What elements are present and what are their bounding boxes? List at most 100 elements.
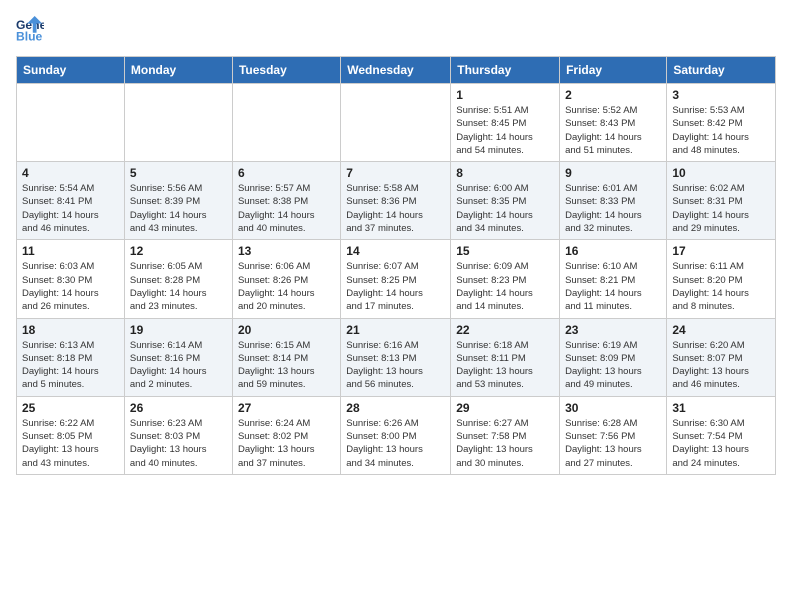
day-number: 28 [346,401,445,415]
day-info: Sunrise: 6:18 AM Sunset: 8:11 PM Dayligh… [456,339,554,392]
calendar-cell: 28 Sunrise: 6:26 AM Sunset: 8:00 PM Dayli… [341,396,451,474]
day-number: 12 [130,244,227,258]
day-number: 19 [130,323,227,337]
day-number: 14 [346,244,445,258]
day-number: 25 [22,401,119,415]
day-info: Sunrise: 6:09 AM Sunset: 8:23 PM Dayligh… [456,260,554,313]
day-info: Sunrise: 6:07 AM Sunset: 8:25 PM Dayligh… [346,260,445,313]
weekday-header: Sunday [17,57,125,84]
day-number: 29 [456,401,554,415]
logo: General Blue [16,16,50,44]
calendar-cell: 26 Sunrise: 6:23 AM Sunset: 8:03 PM Dayli… [124,396,232,474]
calendar-cell: 9 Sunrise: 6:01 AM Sunset: 8:33 PM Daylig… [560,162,667,240]
day-info: Sunrise: 6:13 AM Sunset: 8:18 PM Dayligh… [22,339,119,392]
weekday-header: Thursday [451,57,560,84]
day-info: Sunrise: 6:20 AM Sunset: 8:07 PM Dayligh… [672,339,770,392]
calendar-cell: 8 Sunrise: 6:00 AM Sunset: 8:35 PM Daylig… [451,162,560,240]
calendar-cell: 25 Sunrise: 6:22 AM Sunset: 8:05 PM Dayli… [17,396,125,474]
calendar-cell: 23 Sunrise: 6:19 AM Sunset: 8:09 PM Dayli… [560,318,667,396]
calendar-cell [17,84,125,162]
day-info: Sunrise: 6:00 AM Sunset: 8:35 PM Dayligh… [456,182,554,235]
day-info: Sunrise: 6:15 AM Sunset: 8:14 PM Dayligh… [238,339,335,392]
day-info: Sunrise: 6:02 AM Sunset: 8:31 PM Dayligh… [672,182,770,235]
day-info: Sunrise: 6:19 AM Sunset: 8:09 PM Dayligh… [565,339,661,392]
day-info: Sunrise: 6:27 AM Sunset: 7:58 PM Dayligh… [456,417,554,470]
day-info: Sunrise: 5:51 AM Sunset: 8:45 PM Dayligh… [456,104,554,157]
calendar-cell: 18 Sunrise: 6:13 AM Sunset: 8:18 PM Dayli… [17,318,125,396]
calendar-week-row: 18 Sunrise: 6:13 AM Sunset: 8:18 PM Dayli… [17,318,776,396]
day-number: 30 [565,401,661,415]
day-number: 20 [238,323,335,337]
calendar-cell: 29 Sunrise: 6:27 AM Sunset: 7:58 PM Dayli… [451,396,560,474]
calendar: SundayMondayTuesdayWednesdayThursdayFrid… [16,56,776,475]
calendar-cell: 10 Sunrise: 6:02 AM Sunset: 8:31 PM Dayli… [667,162,776,240]
calendar-cell: 21 Sunrise: 6:16 AM Sunset: 8:13 PM Dayli… [341,318,451,396]
day-number: 9 [565,166,661,180]
day-info: Sunrise: 6:22 AM Sunset: 8:05 PM Dayligh… [22,417,119,470]
day-info: Sunrise: 6:14 AM Sunset: 8:16 PM Dayligh… [130,339,227,392]
day-info: Sunrise: 5:57 AM Sunset: 8:38 PM Dayligh… [238,182,335,235]
calendar-cell: 14 Sunrise: 6:07 AM Sunset: 8:25 PM Dayli… [341,240,451,318]
day-number: 21 [346,323,445,337]
day-info: Sunrise: 6:05 AM Sunset: 8:28 PM Dayligh… [130,260,227,313]
calendar-cell: 13Sunrise: 6:06 AM Sunset: 8:26 PM Dayli… [232,240,340,318]
day-number: 1 [456,88,554,102]
weekday-header: Tuesday [232,57,340,84]
calendar-cell: 24 Sunrise: 6:20 AM Sunset: 8:07 PM Dayli… [667,318,776,396]
calendar-cell: 6 Sunrise: 5:57 AM Sunset: 8:38 PM Daylig… [232,162,340,240]
calendar-header-row: SundayMondayTuesdayWednesdayThursdayFrid… [17,57,776,84]
calendar-cell: 19 Sunrise: 6:14 AM Sunset: 8:16 PM Dayli… [124,318,232,396]
calendar-cell: 15Sunrise: 6:09 AM Sunset: 8:23 PM Dayli… [451,240,560,318]
calendar-cell: 20 Sunrise: 6:15 AM Sunset: 8:14 PM Dayli… [232,318,340,396]
day-info: Sunrise: 6:16 AM Sunset: 8:13 PM Dayligh… [346,339,445,392]
day-info: Sunrise: 6:23 AM Sunset: 8:03 PM Dayligh… [130,417,227,470]
calendar-cell: 30 Sunrise: 6:28 AM Sunset: 7:56 PM Dayli… [560,396,667,474]
day-info: Sunrise: 5:53 AM Sunset: 8:42 PM Dayligh… [672,104,770,157]
day-info: Sunrise: 6:03 AM Sunset: 8:30 PM Dayligh… [22,260,119,313]
calendar-cell: 12 Sunrise: 6:05 AM Sunset: 8:28 PM Dayli… [124,240,232,318]
calendar-cell: 5 Sunrise: 5:56 AM Sunset: 8:39 PM Daylig… [124,162,232,240]
day-number: 8 [456,166,554,180]
day-number: 22 [456,323,554,337]
day-info: Sunrise: 6:24 AM Sunset: 8:02 PM Dayligh… [238,417,335,470]
weekday-header: Monday [124,57,232,84]
day-info: Sunrise: 5:52 AM Sunset: 8:43 PM Dayligh… [565,104,661,157]
day-info: Sunrise: 6:28 AM Sunset: 7:56 PM Dayligh… [565,417,661,470]
calendar-cell: 2Sunrise: 5:52 AM Sunset: 8:43 PM Daylig… [560,84,667,162]
calendar-week-row: 11Sunrise: 6:03 AM Sunset: 8:30 PM Dayli… [17,240,776,318]
day-number: 10 [672,166,770,180]
day-number: 24 [672,323,770,337]
svg-text:Blue: Blue [16,29,43,43]
day-info: Sunrise: 5:56 AM Sunset: 8:39 PM Dayligh… [130,182,227,235]
day-number: 16 [565,244,661,258]
day-number: 26 [130,401,227,415]
calendar-week-row: 4 Sunrise: 5:54 AM Sunset: 8:41 PM Daylig… [17,162,776,240]
day-number: 31 [672,401,770,415]
logo-icon: General Blue [16,16,44,44]
calendar-cell: 27 Sunrise: 6:24 AM Sunset: 8:02 PM Dayli… [232,396,340,474]
day-info: Sunrise: 5:58 AM Sunset: 8:36 PM Dayligh… [346,182,445,235]
weekday-header: Wednesday [341,57,451,84]
day-info: Sunrise: 6:10 AM Sunset: 8:21 PM Dayligh… [565,260,661,313]
calendar-cell [124,84,232,162]
day-number: 4 [22,166,119,180]
day-number: 6 [238,166,335,180]
day-info: Sunrise: 5:54 AM Sunset: 8:41 PM Dayligh… [22,182,119,235]
calendar-week-row: 25 Sunrise: 6:22 AM Sunset: 8:05 PM Dayli… [17,396,776,474]
day-info: Sunrise: 6:01 AM Sunset: 8:33 PM Dayligh… [565,182,661,235]
calendar-cell: 3 Sunrise: 5:53 AM Sunset: 8:42 PM Daylig… [667,84,776,162]
day-number: 18 [22,323,119,337]
day-number: 23 [565,323,661,337]
day-number: 5 [130,166,227,180]
calendar-cell: 11Sunrise: 6:03 AM Sunset: 8:30 PM Dayli… [17,240,125,318]
calendar-cell: 17Sunrise: 6:11 AM Sunset: 8:20 PM Dayli… [667,240,776,318]
calendar-cell: 4 Sunrise: 5:54 AM Sunset: 8:41 PM Daylig… [17,162,125,240]
calendar-cell [341,84,451,162]
weekday-header: Saturday [667,57,776,84]
day-info: Sunrise: 6:11 AM Sunset: 8:20 PM Dayligh… [672,260,770,313]
day-number: 27 [238,401,335,415]
day-number: 3 [672,88,770,102]
calendar-week-row: 1 Sunrise: 5:51 AM Sunset: 8:45 PM Daylig… [17,84,776,162]
day-info: Sunrise: 6:30 AM Sunset: 7:54 PM Dayligh… [672,417,770,470]
day-info: Sunrise: 6:26 AM Sunset: 8:00 PM Dayligh… [346,417,445,470]
